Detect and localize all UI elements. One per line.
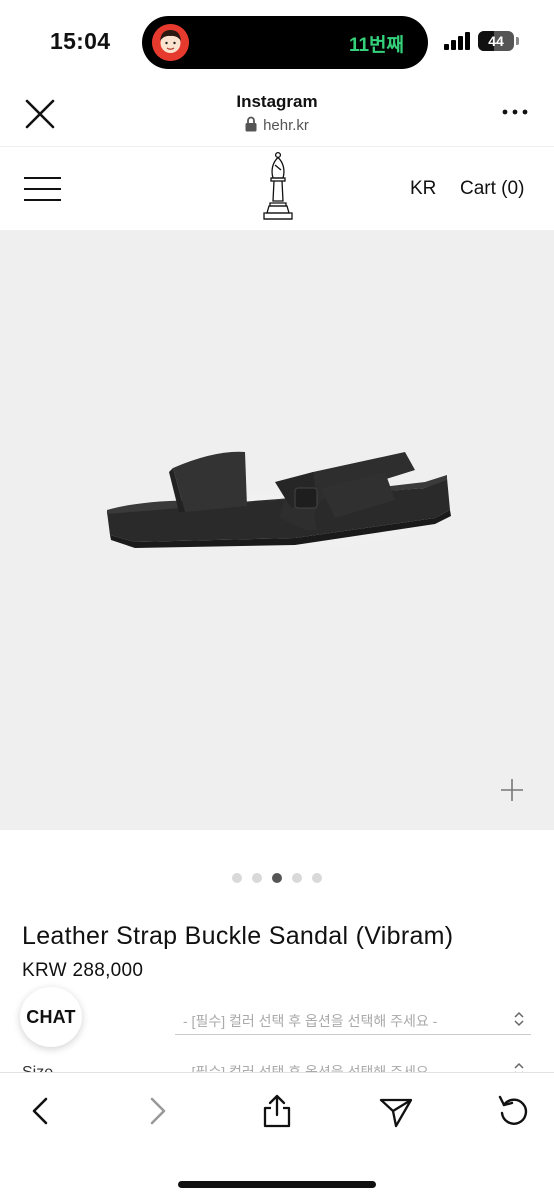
pagination-dot[interactable] (252, 873, 262, 883)
cart-link[interactable]: Cart (0) (460, 178, 524, 200)
plus-icon (501, 779, 523, 801)
pagination-dot[interactable] (312, 873, 322, 883)
screen: 15:04 11번째 44 Instagram hehr.kr KR Cart … (0, 0, 554, 1200)
back-button[interactable] (20, 1091, 60, 1131)
chevron-right-icon (150, 1097, 166, 1125)
island-text: 11번째 (348, 35, 404, 56)
status-time: 15:04 (50, 28, 111, 54)
avatar (152, 24, 189, 61)
send-button[interactable] (376, 1091, 416, 1131)
product-image-area[interactable] (0, 230, 554, 830)
select-caret-icon (514, 1011, 524, 1027)
product-title: Leather Strap Buckle Sandal (Vibram) (22, 922, 454, 950)
language-link[interactable]: KR (410, 178, 436, 200)
battery-icon: 44 (478, 31, 514, 51)
share-button[interactable] (257, 1091, 297, 1131)
pagination-dot[interactable] (292, 873, 302, 883)
battery-level: 44 (488, 33, 504, 49)
status-bar: 15:04 11번째 44 (0, 0, 554, 84)
reload-icon (498, 1095, 528, 1125)
reload-button[interactable] (494, 1091, 534, 1131)
share-icon (263, 1094, 291, 1128)
zoom-button[interactable] (498, 776, 526, 804)
bishop-logo-icon (263, 151, 293, 220)
more-options-button[interactable] (500, 102, 530, 122)
menu-icon (24, 177, 61, 179)
logo[interactable] (258, 151, 298, 227)
product-price: KRW 288,000 (22, 960, 144, 981)
browser-title: Instagram (236, 92, 318, 111)
lock-icon (245, 116, 257, 132)
battery-tip (516, 37, 519, 45)
site-header: KR Cart (0) (0, 146, 554, 230)
dynamic-island[interactable]: 11번째 (142, 16, 428, 69)
pagination-dot[interactable] (272, 873, 282, 883)
send-icon (379, 1098, 413, 1128)
home-indicator (178, 1181, 376, 1188)
sandal-product-image (95, 451, 455, 555)
url-text: hehr.kr (263, 117, 309, 134)
image-pagination (0, 870, 554, 883)
chat-button[interactable]: CHAT (20, 987, 82, 1047)
menu-button[interactable] (24, 177, 61, 201)
color-option-select[interactable]: - [필수] 컬러 선택 후 옵션을 선택해 주세요 - (175, 1007, 531, 1035)
signal-icon (444, 32, 472, 50)
forward-button[interactable] (138, 1091, 178, 1131)
option-placeholder: - [필수] 컬러 선택 후 옵션을 선택해 주세요 - (183, 1013, 438, 1029)
browser-header: Instagram hehr.kr (0, 84, 554, 146)
more-icon (502, 109, 528, 115)
chevron-left-icon (32, 1097, 48, 1125)
browser-toolbar (0, 1072, 554, 1200)
browser-url: hehr.kr (0, 116, 554, 134)
pagination-dot[interactable] (232, 873, 242, 883)
